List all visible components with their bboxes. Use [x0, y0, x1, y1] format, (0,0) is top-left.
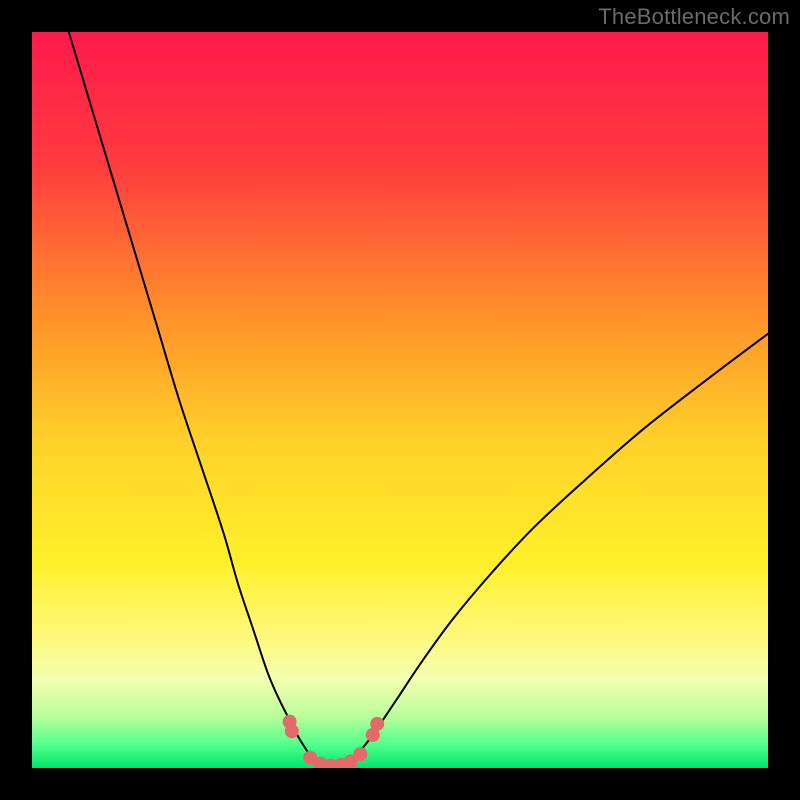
trough-marker-7: [353, 747, 367, 761]
gradient-bg: [32, 32, 768, 768]
chart-plot: [32, 32, 768, 768]
watermark-text: TheBottleneck.com: [598, 4, 790, 30]
outer-frame: TheBottleneck.com: [0, 0, 800, 800]
trough-marker-1: [285, 724, 299, 738]
trough-marker-9: [370, 717, 384, 731]
